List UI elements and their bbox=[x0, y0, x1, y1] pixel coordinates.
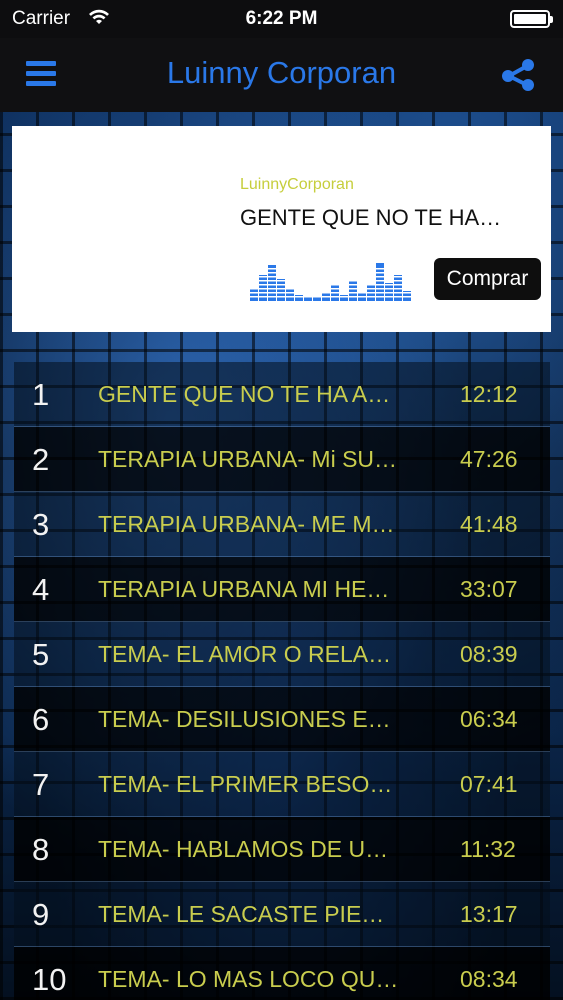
track-row[interactable]: 2 TERAPIA URBANA- Mi SU… 47:26 bbox=[14, 427, 550, 492]
track-name: TEMA- EL AMOR O RELA… bbox=[98, 641, 392, 667]
track-row[interactable]: 7 TEMA- EL PRIMER BESO… 07:41 bbox=[14, 752, 550, 817]
track-title: GENTE QUE NO TE HA… bbox=[240, 205, 502, 230]
track-name: TERAPIA URBANA- ME M… bbox=[98, 511, 395, 537]
track-duration: 08:34 bbox=[460, 966, 518, 992]
buy-button[interactable]: Comprar bbox=[434, 258, 541, 300]
track-name: TERAPIA URBANA MI HE… bbox=[98, 576, 390, 602]
artist-name: LuinnyCorporan bbox=[240, 176, 354, 193]
nav-bar: Luinny Corporan bbox=[0, 38, 563, 112]
clock: 6:22 PM bbox=[245, 8, 318, 29]
track-name: TERAPIA URBANA- Mi SU… bbox=[98, 446, 398, 472]
track-row[interactable]: 4 TERAPIA URBANA MI HE… 33:07 bbox=[14, 557, 550, 622]
track-name: TEMA- HABLAMOS DE U… bbox=[98, 836, 389, 862]
track-number: 10 bbox=[32, 962, 67, 997]
track-duration: 06:34 bbox=[460, 706, 518, 732]
track-number: 6 bbox=[32, 702, 50, 737]
track-name: TEMA- LE SACASTE PIE… bbox=[98, 901, 385, 927]
track-duration: 41:48 bbox=[460, 511, 518, 537]
track-duration: 12:12 bbox=[460, 381, 518, 407]
track-row[interactable]: 10 TEMA- LO MAS LOCO QU… 08:34 bbox=[14, 947, 550, 1000]
track-row[interactable]: 9 TEMA- LE SACASTE PIE… 13:17 bbox=[14, 882, 550, 947]
track-number: 1 bbox=[32, 377, 50, 412]
track-number: 2 bbox=[32, 442, 50, 477]
track-duration: 33:07 bbox=[460, 576, 518, 602]
track-row[interactable]: 6 TEMA- DESILUSIONES E… 06:34 bbox=[14, 687, 550, 752]
track-row[interactable]: 3 TERAPIA URBANA- ME M… 41:48 bbox=[14, 492, 550, 557]
track-duration: 47:26 bbox=[460, 446, 518, 472]
track-name: TEMA- LO MAS LOCO QU… bbox=[98, 966, 399, 992]
track-number: 7 bbox=[32, 767, 50, 802]
track-row[interactable]: 5 TEMA- EL AMOR O RELA… 08:39 bbox=[14, 622, 550, 687]
equalizer-icon bbox=[250, 263, 414, 301]
track-duration: 11:32 bbox=[460, 836, 516, 862]
track-number: 9 bbox=[32, 897, 50, 932]
track-duration: 08:39 bbox=[460, 641, 518, 667]
track-list: 1 GENTE QUE NO TE HA A… 12:12 2 TERAPIA URBA… bbox=[14, 362, 550, 1000]
battery-icon bbox=[510, 10, 553, 28]
track-number: 8 bbox=[32, 832, 50, 867]
track-name: GENTE QUE NO TE HA A… bbox=[98, 381, 391, 407]
track-name: TEMA- DESILUSIONES E… bbox=[98, 706, 391, 732]
track-duration: 13:17 bbox=[460, 901, 518, 927]
page-title: Luinny Corporan bbox=[166, 55, 397, 90]
track-row[interactable]: 8 TEMA- HABLAMOS DE U… 11:32 bbox=[14, 817, 550, 882]
track-duration: 07:41 bbox=[460, 771, 518, 797]
now-playing-card: LuinnyCorporan GENTE QUE NO TE HA… Compr… bbox=[12, 126, 551, 332]
track-row[interactable]: 1 GENTE QUE NO TE HA A… 12:12 bbox=[14, 362, 550, 427]
track-number: 3 bbox=[32, 507, 50, 542]
track-number: 5 bbox=[32, 637, 50, 672]
share-icon[interactable] bbox=[500, 58, 536, 92]
status-bar: Carrier 6:22 PM bbox=[0, 0, 563, 38]
track-number: 4 bbox=[32, 572, 50, 607]
track-name: TEMA- EL PRIMER BESO… bbox=[98, 771, 393, 797]
